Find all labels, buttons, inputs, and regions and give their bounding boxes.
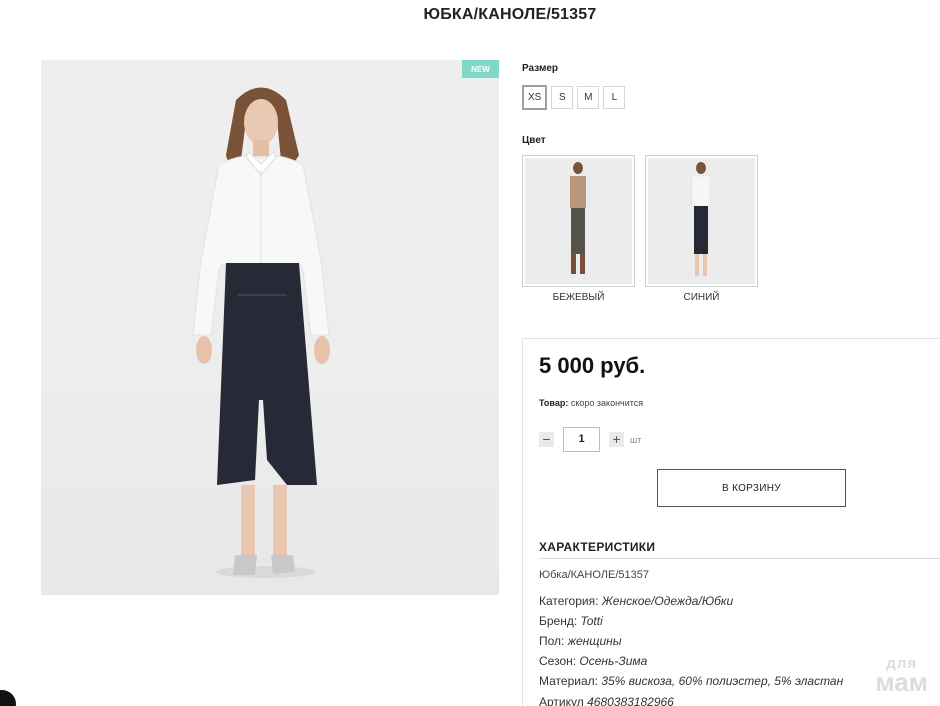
color-thumbnail-blue[interactable] — [645, 155, 758, 287]
add-to-cart-button[interactable]: В КОРЗИНУ — [657, 469, 846, 507]
watermark-line2: мам — [875, 666, 928, 697]
specs-sku-line: Юбка/КАНОЛЕ/51357 — [539, 569, 649, 581]
size-option-xs[interactable]: XS — [522, 85, 548, 110]
product-main-image[interactable]: NEW — [41, 60, 499, 595]
quantity-decrease-button[interactable]: − — [539, 432, 554, 447]
product-price: 5 000 руб. — [539, 353, 646, 378]
spec-row-gender: Пол: женщины — [539, 634, 622, 648]
specs-divider — [539, 558, 940, 559]
spec-value: Totti — [580, 614, 603, 628]
spec-row-brand: Бренд: Totti — [539, 614, 603, 628]
spec-value: Женское/Одежда/Юбки — [601, 594, 734, 608]
spec-value: 35% вискоза, 60% полиэстер, 5% эластан — [601, 674, 844, 688]
stock-value: скоро закончится — [570, 398, 644, 408]
spec-label: Бренд: — [539, 614, 578, 628]
size-option-l[interactable]: L — [603, 86, 626, 109]
color-name-blue: СИНИЙ — [683, 292, 720, 303]
stock-status: Товар: скоро закончится — [539, 398, 643, 408]
spec-row-material: Материал: 35% вискоза, 60% полиэстер, 5%… — [539, 674, 843, 688]
color-selector: БЕЖЕВЫЙ СИНИЙ — [522, 155, 758, 303]
scroll-indicator-icon[interactable] — [0, 690, 16, 706]
spec-value: Осень-Зима — [579, 654, 648, 668]
size-selector: XS S M L — [522, 85, 626, 110]
stock-label: Товар: — [539, 398, 569, 408]
quantity-increase-button[interactable]: + — [609, 432, 624, 447]
watermark-logo: для мам — [875, 656, 928, 697]
spec-label: Пол: — [539, 634, 565, 648]
purchase-panel: 5 000 руб. Товар: скоро закончится − 1 +… — [522, 338, 940, 706]
spec-row-article: Артикул 4680383182966 — [539, 695, 674, 706]
spec-value: женщины — [567, 634, 622, 648]
color-label: Цвет — [522, 135, 546, 146]
color-option-blue[interactable]: СИНИЙ — [645, 155, 758, 303]
color-option-beige[interactable]: БЕЖЕВЫЙ — [522, 155, 635, 303]
size-option-m[interactable]: M — [577, 86, 600, 109]
color-thumbnail-beige[interactable] — [522, 155, 635, 287]
spec-label: Артикул — [539, 695, 584, 706]
spec-row-season: Сезон: Осень-Зима — [539, 654, 647, 668]
specs-title: ХАРАКТЕРИСТИКИ — [539, 540, 656, 554]
color-name-beige: БЕЖЕВЫЙ — [552, 292, 605, 303]
product-title: ЮБКА/КАНОЛЕ/51357 — [423, 6, 597, 23]
size-option-s[interactable]: S — [551, 86, 574, 109]
quantity-unit: шт — [630, 434, 642, 445]
spec-row-category: Категория: Женское/Одежда/Юбки — [539, 594, 733, 608]
beige-thumbnail-illustration — [570, 162, 586, 274]
quantity-stepper: − 1 + шт — [539, 427, 641, 452]
blue-thumbnail-illustration — [691, 162, 711, 276]
spec-value: 4680383182966 — [587, 695, 674, 706]
new-badge: NEW — [462, 60, 499, 78]
spec-label: Категория: — [539, 594, 599, 608]
size-label: Размер — [522, 63, 559, 74]
spec-label: Сезон: — [539, 654, 577, 668]
quantity-input[interactable]: 1 — [563, 427, 600, 452]
spec-label: Материал: — [539, 674, 598, 688]
model-photo-illustration — [192, 87, 330, 578]
